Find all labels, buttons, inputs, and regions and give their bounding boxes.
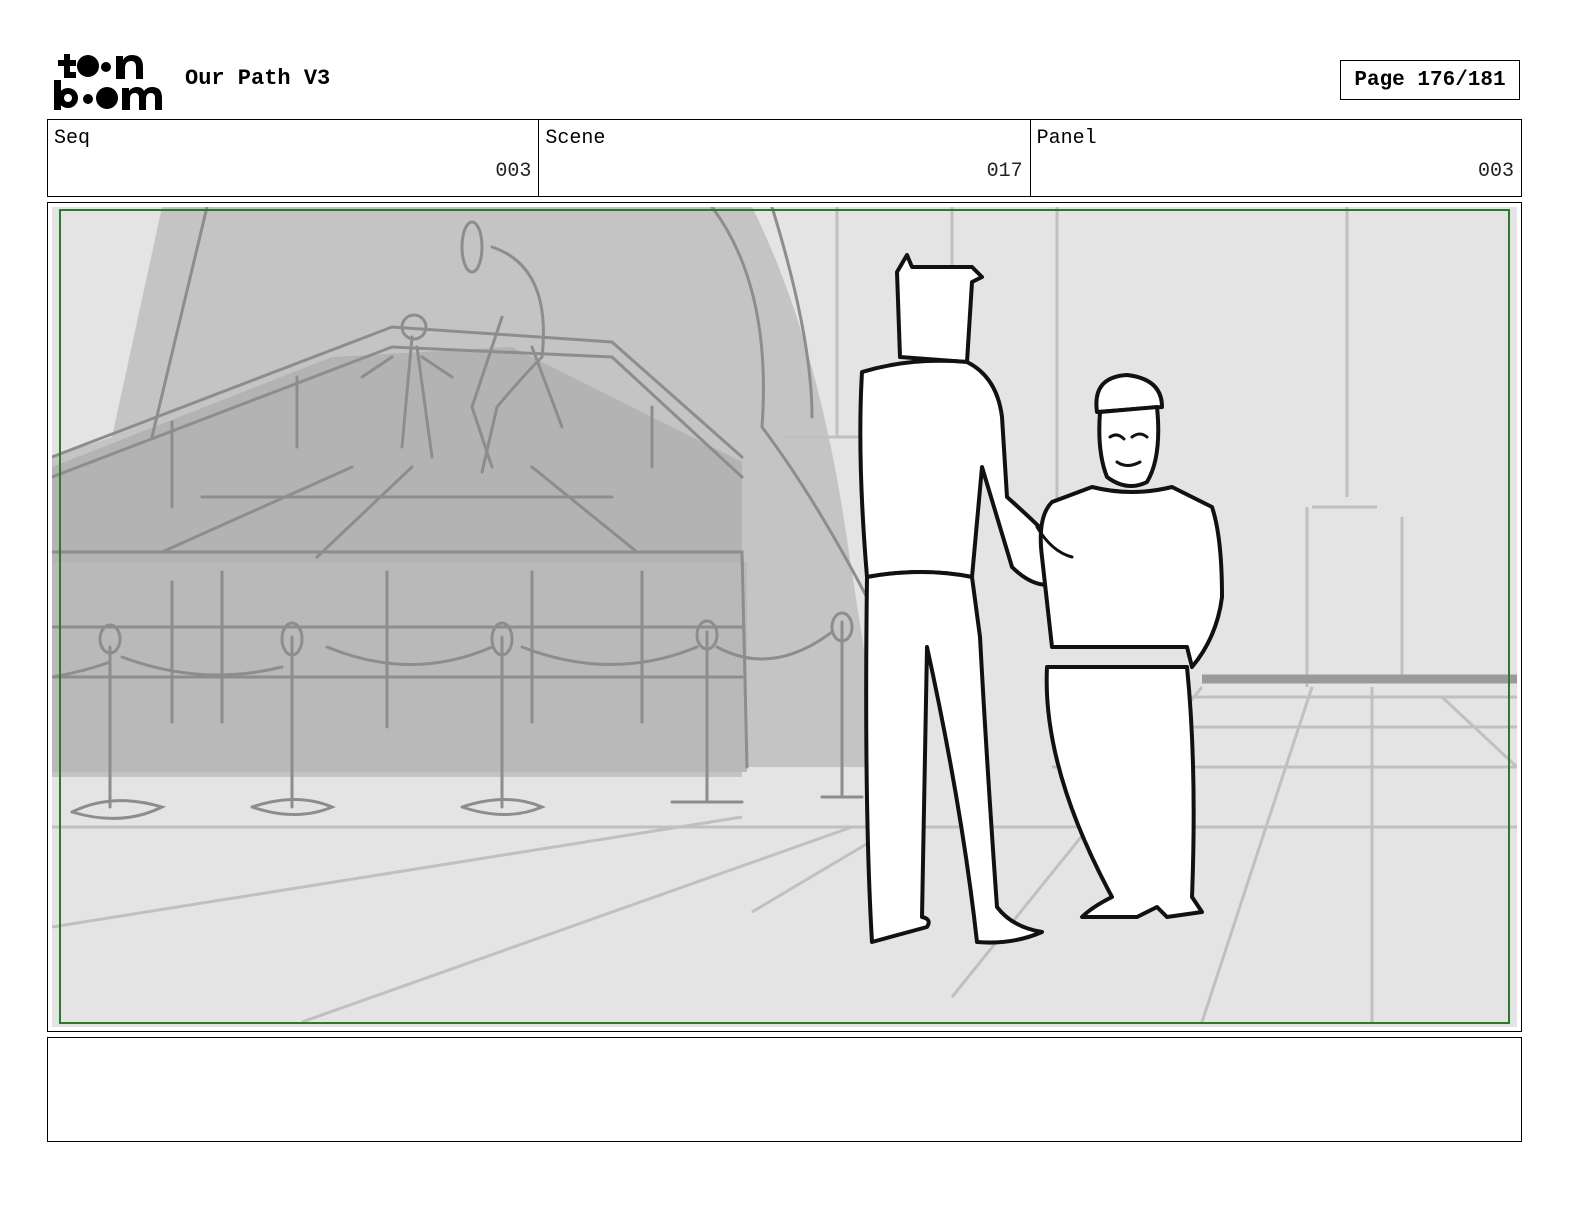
- scene-label: Scene: [545, 127, 606, 150]
- info-row: Seq 003 Scene 017 Panel 003: [47, 119, 1522, 197]
- scene-value: 017: [986, 160, 1023, 183]
- notes-box: [47, 1037, 1522, 1142]
- project-title: Our Path V3: [185, 66, 331, 91]
- seq-value: 003: [495, 160, 532, 183]
- panel-cell: Panel 003: [1031, 120, 1521, 196]
- seq-label: Seq: [54, 127, 91, 150]
- panel-value: 003: [1477, 160, 1514, 183]
- seq-cell: Seq 003: [48, 120, 540, 196]
- storyboard-panel-image: [52, 207, 1517, 1027]
- scene-cell: Scene 017: [539, 120, 1031, 196]
- page-number: Page 176/181: [1340, 60, 1520, 100]
- panel-label: Panel: [1036, 127, 1097, 150]
- toon-boom-logo: [52, 50, 164, 112]
